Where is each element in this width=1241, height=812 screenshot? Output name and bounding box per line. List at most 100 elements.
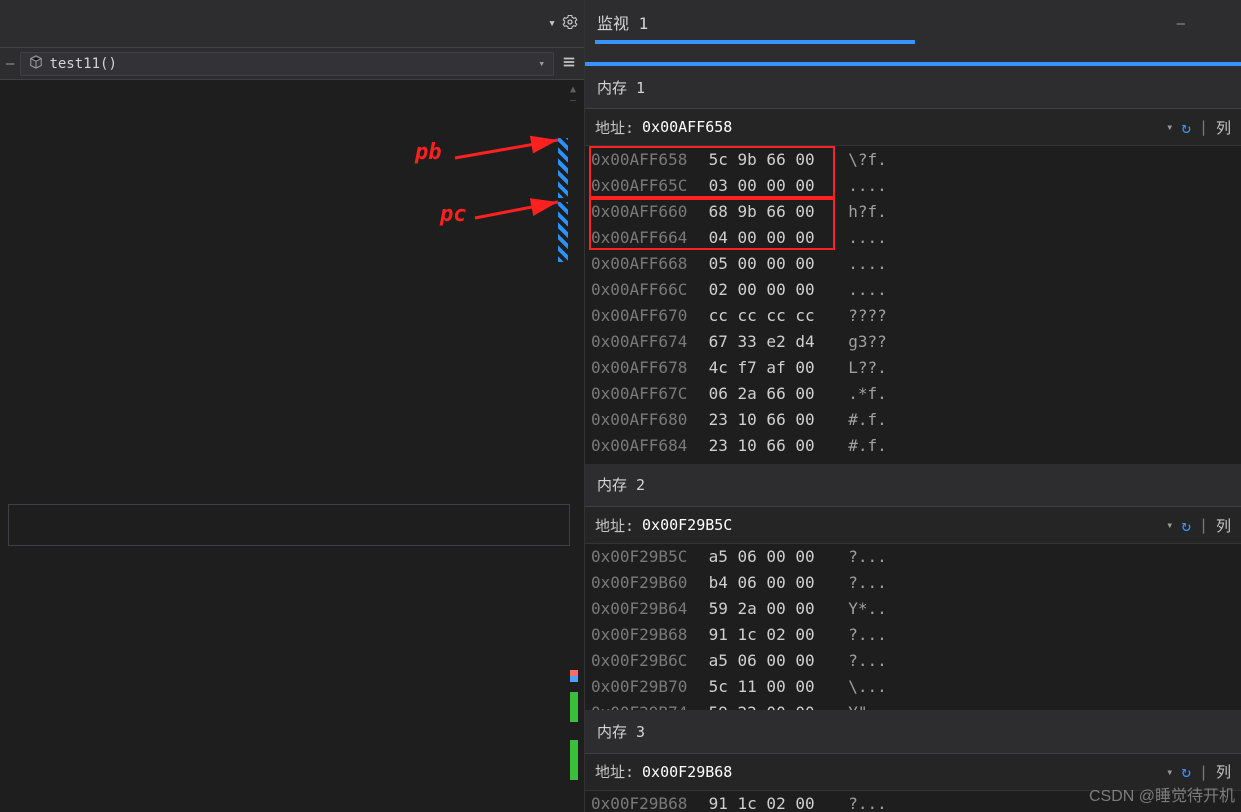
mem-addr: 0x00F29B68 [591, 794, 699, 812]
minimap-mark [570, 692, 578, 722]
memory2-header[interactable]: 内存 2 [585, 464, 1241, 508]
columns-label[interactable]: 列 [1216, 515, 1231, 536]
chevron-down-icon[interactable]: ▾ [1166, 765, 1173, 779]
mem-ascii: #.f. [829, 410, 887, 429]
memory-row[interactable]: 0x00AFF660 68 9b 66 00 h?f. [585, 198, 1241, 224]
watch-dash: – [1177, 16, 1185, 32]
mem-bytes: 06 2a 66 00 [699, 384, 829, 403]
address-label: 地址: [595, 515, 634, 536]
mem-ascii: \... [829, 677, 887, 696]
memory-row[interactable]: 0x00AFF684 23 10 66 00 #.f. [585, 432, 1241, 458]
memory-row[interactable]: 0x00AFF670 cc cc cc cc ???? [585, 302, 1241, 328]
mem-addr: 0x00AFF674 [591, 332, 699, 351]
mem-addr: 0x00AFF65C [591, 176, 699, 195]
memory-row[interactable]: 0x00F29B60 b4 06 00 00 ?... [585, 570, 1241, 596]
memory-row[interactable]: 0x00AFF67C 06 2a 66 00 .*f. [585, 380, 1241, 406]
mem-bytes: 68 9b 66 00 [699, 202, 829, 221]
mem-bytes: 5c 11 00 00 [699, 677, 829, 696]
refresh-icon[interactable]: ↻ [1181, 516, 1191, 535]
refresh-icon[interactable]: ↻ [1181, 118, 1191, 137]
memory-row[interactable]: 0x00AFF65C 03 00 00 00 .... [585, 172, 1241, 198]
columns-label[interactable]: 列 [1216, 117, 1231, 138]
mem-addr: 0x00F29B60 [591, 573, 699, 592]
chevron-down-icon[interactable]: ▾ [538, 57, 545, 70]
split-icon[interactable] [560, 53, 578, 75]
columns-label[interactable]: 列 [1216, 761, 1231, 782]
mem-addr: 0x00AFF678 [591, 358, 699, 377]
mem-bytes: 00 e0 8f 00 [699, 462, 829, 464]
address-label: 地址: [595, 117, 634, 138]
mem-addr: 0x00F29B68 [591, 625, 699, 644]
mem-bytes: 4c f7 af 00 [699, 358, 829, 377]
memory3-header[interactable]: 内存 3 [585, 710, 1241, 754]
scope-dash: – [6, 56, 14, 72]
memory1-header[interactable]: 内存 1 [585, 66, 1241, 110]
mem-addr: 0x00F29B64 [591, 599, 699, 618]
mem-ascii: Y*.. [829, 599, 887, 618]
mem-bytes: 23 10 66 00 [699, 436, 829, 455]
memory-row[interactable]: 0x00AFF664 04 00 00 00 .... [585, 224, 1241, 250]
memory-row[interactable]: 0x00AFF678 4c f7 af 00 L??. [585, 354, 1241, 380]
mem-ascii: ???? [829, 306, 887, 325]
mem-ascii: .... [829, 254, 887, 273]
mem-addr: 0x00AFF66C [591, 280, 699, 299]
memory-row[interactable]: 0x00F29B64 59 2a 00 00 Y*.. [585, 596, 1241, 622]
refresh-icon[interactable]: ↻ [1181, 762, 1191, 781]
memory2-title: 内存 2 [597, 474, 645, 495]
mem-ascii: .... [829, 228, 887, 247]
mem-addr: 0x00F29B5C [591, 547, 699, 566]
mem-addr: 0x00F29B6C [591, 651, 699, 670]
mem-bytes: 04 00 00 00 [699, 228, 829, 247]
gear-icon[interactable] [562, 14, 578, 34]
mem-addr: 0x00F29B70 [591, 677, 699, 696]
mem-ascii: ?... [829, 651, 887, 670]
mem-bytes: a5 06 00 00 [699, 547, 829, 566]
chevron-down-icon[interactable]: ▾ [1166, 518, 1173, 532]
mem-ascii: #.f. [829, 436, 887, 455]
arrow-pc [470, 192, 570, 232]
mem-addr: 0x00AFF684 [591, 436, 699, 455]
memory-row[interactable]: 0x00F29B68 91 1c 02 00 ?... [585, 622, 1241, 648]
dropdown-chevron-icon[interactable]: ▾ [548, 16, 556, 31]
scroll-hint: ▲– [566, 84, 580, 106]
memory-row[interactable]: 0x00AFF658 5c 9b 66 00 \?f. [585, 146, 1241, 172]
minimap[interactable] [570, 670, 578, 810]
memory-row[interactable]: 0x00F29B74 59 22 00 00 Y".. [585, 700, 1241, 710]
memory-row[interactable]: 0x00F29B6C a5 06 00 00 ?... [585, 648, 1241, 674]
memory2-address-row: 地址: 0x00F29B5C ▾ ↻ | 列 [585, 507, 1241, 544]
memory1-body[interactable]: 0x00AFF658 5c 9b 66 00 \?f.0x00AFF65C 03… [585, 146, 1241, 463]
mem-bytes: 59 22 00 00 [699, 703, 829, 710]
mem-addr: 0x00AFF658 [591, 150, 699, 169]
breadcrumb-scope[interactable]: test11() ▾ [20, 52, 554, 76]
chevron-down-icon[interactable]: ▾ [1166, 120, 1173, 134]
editor-body[interactable]: ▲– pb pc [0, 80, 584, 812]
mem-addr: 0x00AFF660 [591, 202, 699, 221]
address-value[interactable]: 0x00F29B68 [642, 763, 1158, 781]
memory-row[interactable]: 0x00AFF668 05 00 00 00 .... [585, 250, 1241, 276]
memory2-body[interactable]: 0x00F29B5C a5 06 00 00 ?...0x00F29B60 b4… [585, 544, 1241, 710]
breadcrumb-row: – test11() ▾ [0, 48, 584, 80]
divider: | [1199, 516, 1208, 534]
mem-bytes: 67 33 e2 d4 [699, 332, 829, 351]
mem-addr: 0x00AFF688 [591, 462, 699, 464]
annotation-pc: pc [440, 202, 467, 227]
mem-ascii: g3?? [829, 332, 887, 351]
memory-row[interactable]: 0x00AFF680 23 10 66 00 #.f. [585, 406, 1241, 432]
mem-ascii: Y".. [829, 703, 887, 710]
watch-title: 监视 1 [597, 10, 648, 34]
mem-ascii: .??. [829, 462, 887, 464]
memory-row[interactable]: 0x00F29B70 5c 11 00 00 \... [585, 674, 1241, 700]
memory-row[interactable]: 0x00AFF66C 02 00 00 00 .... [585, 276, 1241, 302]
mem-addr: 0x00AFF680 [591, 410, 699, 429]
divider: | [1199, 763, 1208, 781]
memory-row[interactable]: 0x00AFF688 00 e0 8f 00 .??. [585, 458, 1241, 463]
mem-bytes: cc cc cc cc [699, 306, 829, 325]
mem-ascii: ?... [829, 625, 887, 644]
address-value[interactable]: 0x00F29B5C [642, 516, 1158, 534]
watch-panel: 监视 1 – [585, 0, 1241, 66]
memory-row[interactable]: 0x00AFF674 67 33 e2 d4 g3?? [585, 328, 1241, 354]
memory1-title: 内存 1 [597, 77, 645, 98]
address-value[interactable]: 0x00AFF658 [642, 118, 1158, 136]
mem-addr: 0x00F29B74 [591, 703, 699, 710]
memory-row[interactable]: 0x00F29B5C a5 06 00 00 ?... [585, 544, 1241, 570]
